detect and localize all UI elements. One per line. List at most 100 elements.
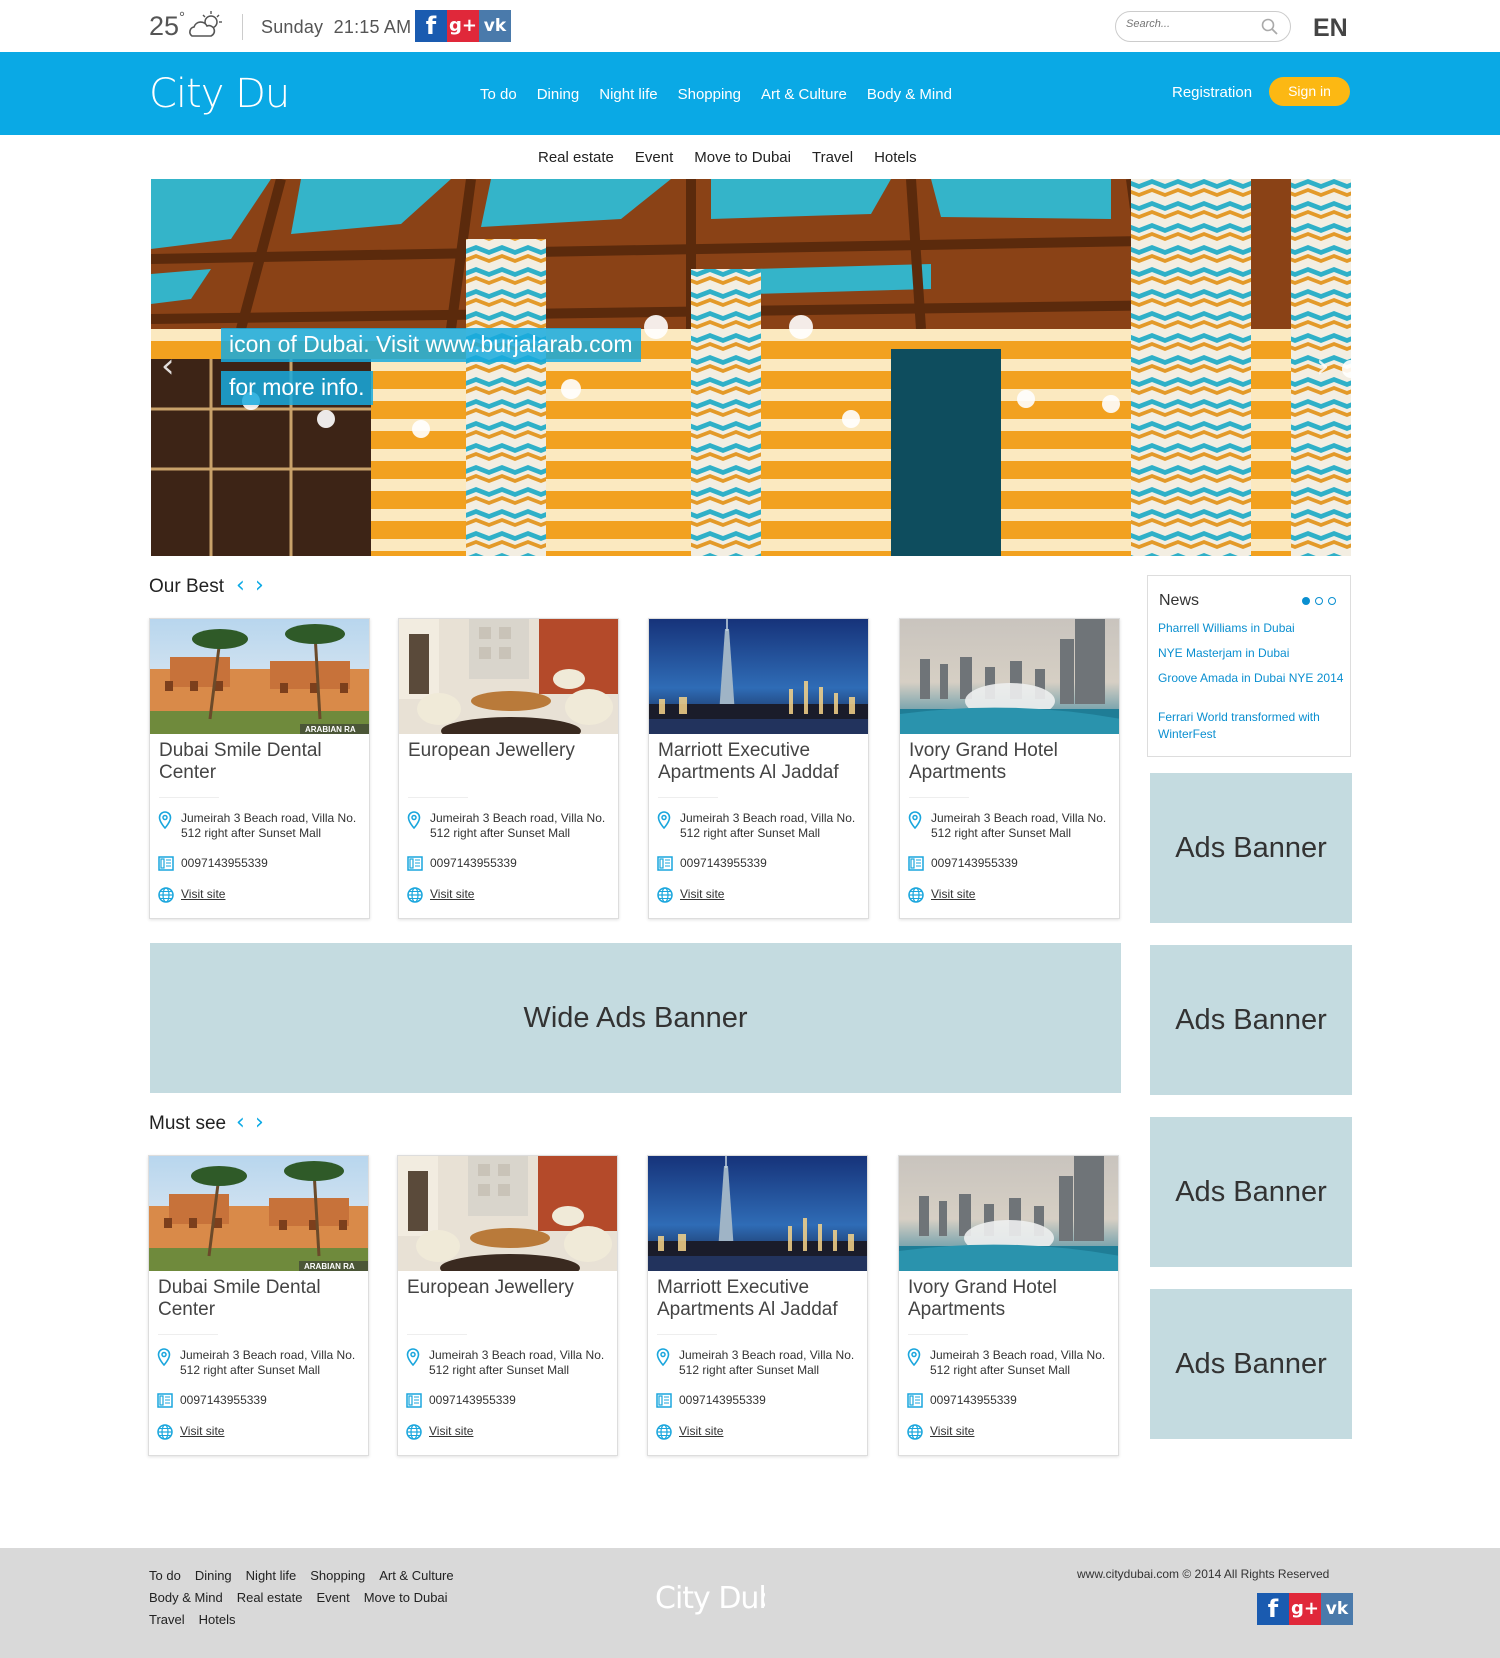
ads-banner[interactable]: Ads Banner bbox=[1150, 1117, 1352, 1267]
listing-card[interactable]: European Jewellery Jumeirah 3 Beach road… bbox=[398, 618, 619, 919]
globe-icon bbox=[157, 1424, 173, 1440]
divider bbox=[909, 797, 969, 798]
divider bbox=[658, 797, 718, 798]
facebook-icon[interactable]: f bbox=[415, 10, 447, 42]
news-title: News bbox=[1159, 592, 1200, 609]
globe-icon bbox=[406, 1424, 422, 1440]
subnav-item-move-to-dubai[interactable]: Move to Dubai bbox=[694, 149, 791, 166]
nav-item-shopping[interactable]: Shopping bbox=[678, 86, 741, 103]
nav-item-night-life[interactable]: Night life bbox=[599, 86, 657, 103]
footer-link[interactable]: Shopping bbox=[310, 1568, 365, 1583]
location-pin-icon bbox=[908, 811, 922, 829]
sub-nav: Real estate Event Move to Dubai Travel H… bbox=[538, 149, 938, 166]
footer-logo[interactable]: City Dubai bbox=[655, 1576, 765, 1618]
divider bbox=[407, 1334, 467, 1335]
svg-text:ARABIAN RA: ARABIAN RA bbox=[305, 725, 356, 734]
location-pin-icon bbox=[406, 1348, 420, 1366]
search-icon[interactable] bbox=[1261, 18, 1278, 35]
card-title[interactable]: European Jewellery bbox=[407, 1277, 612, 1299]
divider bbox=[908, 1334, 968, 1335]
subnav-item-travel[interactable]: Travel bbox=[812, 149, 853, 166]
nav-item-art-culture[interactable]: Art & Culture bbox=[761, 86, 847, 103]
news-item[interactable]: Pharrell Williams in Dubai bbox=[1158, 620, 1348, 637]
card-image bbox=[899, 1156, 1118, 1271]
globe-icon bbox=[407, 887, 423, 903]
search-input[interactable] bbox=[1126, 18, 1256, 30]
footer-link[interactable]: Travel bbox=[149, 1612, 185, 1627]
card-title[interactable]: European Jewellery bbox=[408, 740, 613, 762]
nav-item-to-do[interactable]: To do bbox=[480, 86, 517, 103]
ads-banner[interactable]: Ads Banner bbox=[1150, 773, 1352, 923]
footer-link[interactable]: Body & Mind bbox=[149, 1590, 223, 1605]
card-title[interactable]: Ivory Grand Hotel Apartments bbox=[908, 1277, 1113, 1321]
listing-card[interactable]: European Jewellery Jumeirah 3 Beach road… bbox=[397, 1155, 618, 1456]
card-title[interactable]: Marriott Executive Apartments Al Jaddaf bbox=[658, 740, 863, 784]
chevron-left-icon[interactable]: ‹ bbox=[161, 346, 175, 386]
subnav-item-event[interactable]: Event bbox=[635, 149, 673, 166]
ads-banner[interactable]: Ads Banner bbox=[1150, 945, 1352, 1095]
footer-link[interactable]: Real estate bbox=[237, 1590, 303, 1605]
city-dubai-logo[interactable]: City Dubai bbox=[149, 66, 289, 118]
svg-text:City Dubai: City Dubai bbox=[149, 71, 289, 117]
listing-card[interactable]: ARABIAN RA Dubai Smile Dental Center Jum… bbox=[149, 618, 370, 919]
phone-icon bbox=[158, 856, 174, 871]
search-box[interactable] bbox=[1115, 11, 1291, 42]
registration-link[interactable]: Registration bbox=[1172, 84, 1252, 101]
listing-card[interactable]: ARABIAN RA Dubai Smile Dental Center Jum… bbox=[148, 1155, 369, 1456]
chevron-right-icon[interactable]: › bbox=[1316, 346, 1330, 386]
main-nav: To do Dining Night life Shopping Art & C… bbox=[480, 86, 972, 103]
card-title[interactable]: Dubai Smile Dental Center bbox=[158, 1277, 363, 1321]
facebook-icon[interactable]: f bbox=[1257, 1593, 1289, 1625]
divider bbox=[408, 797, 468, 798]
footer-link[interactable]: Dining bbox=[195, 1568, 232, 1583]
card-title[interactable]: Dubai Smile Dental Center bbox=[159, 740, 364, 784]
wide-ads-banner[interactable]: Wide Ads Banner bbox=[150, 943, 1121, 1093]
card-title[interactable]: Ivory Grand Hotel Apartments bbox=[909, 740, 1114, 784]
divider bbox=[158, 1334, 218, 1335]
footer-link[interactable]: Art & Culture bbox=[379, 1568, 453, 1583]
sign-in-button[interactable]: Sign in bbox=[1269, 77, 1350, 106]
location-pin-icon bbox=[657, 811, 671, 829]
news-item[interactable]: Ferrari World transformed with WinterFes… bbox=[1158, 709, 1348, 743]
footer-link[interactable]: Hotels bbox=[199, 1612, 236, 1627]
listing-card[interactable]: Ivory Grand Hotel Apartments Jumeirah 3 … bbox=[899, 618, 1120, 919]
footer-link[interactable]: Night life bbox=[246, 1568, 297, 1583]
phone-icon bbox=[157, 1393, 173, 1408]
google-plus-icon[interactable]: g+ bbox=[1289, 1593, 1321, 1625]
section-prev-icon[interactable]: ‹ bbox=[236, 1110, 245, 1135]
phone-icon bbox=[908, 856, 924, 871]
hero-slider[interactable]: icon of Dubai. Visit www.burjalarab.com … bbox=[151, 179, 1351, 556]
section-prev-icon[interactable]: ‹ bbox=[236, 573, 245, 598]
hero-image bbox=[151, 179, 1351, 556]
google-plus-icon[interactable]: g+ bbox=[447, 10, 479, 42]
listing-card[interactable]: Ivory Grand Hotel Apartments Jumeirah 3 … bbox=[898, 1155, 1119, 1456]
top-bar: 25° Sunday 21:15 AM f g+ vk EN bbox=[0, 0, 1500, 52]
pagination-dots[interactable] bbox=[1301, 596, 1337, 606]
footer-link[interactable]: Move to Dubai bbox=[364, 1590, 448, 1605]
card-image bbox=[398, 1156, 617, 1271]
footer-link[interactable]: To do bbox=[149, 1568, 181, 1583]
section-next-icon[interactable]: › bbox=[255, 573, 264, 598]
card-title[interactable]: Marriott Executive Apartments Al Jaddaf bbox=[657, 1277, 862, 1321]
vk-icon[interactable]: vk bbox=[479, 10, 511, 42]
subnav-item-real-estate[interactable]: Real estate bbox=[538, 149, 614, 166]
language-selector[interactable]: EN bbox=[1313, 14, 1348, 43]
listing-card[interactable]: Marriott Executive Apartments Al Jaddaf … bbox=[647, 1155, 868, 1456]
news-item[interactable]: Groove Amada in Dubai NYE 2014 bbox=[1158, 670, 1348, 687]
ads-banner[interactable]: Ads Banner bbox=[1150, 1289, 1352, 1439]
card-image bbox=[900, 619, 1119, 734]
section-next-icon[interactable]: › bbox=[255, 1110, 264, 1135]
footer-link[interactable]: Event bbox=[316, 1590, 349, 1605]
card-image bbox=[648, 1156, 867, 1271]
news-item[interactable]: NYE Masterjam in Dubai bbox=[1158, 645, 1348, 662]
nav-item-dining[interactable]: Dining bbox=[537, 86, 580, 103]
vk-icon[interactable]: vk bbox=[1321, 1593, 1353, 1625]
subnav-item-hotels[interactable]: Hotels bbox=[874, 149, 917, 166]
globe-icon bbox=[907, 1424, 923, 1440]
footer-links-row: Body & Mind Real estate Event Move to Dubai bbox=[149, 1590, 462, 1605]
divider bbox=[657, 1334, 717, 1335]
phone-icon bbox=[407, 856, 423, 871]
nav-item-body-mind[interactable]: Body & Mind bbox=[867, 86, 952, 103]
listing-card[interactable]: Marriott Executive Apartments Al Jaddaf … bbox=[648, 618, 869, 919]
section-title-must-see: Must see bbox=[149, 1113, 227, 1134]
